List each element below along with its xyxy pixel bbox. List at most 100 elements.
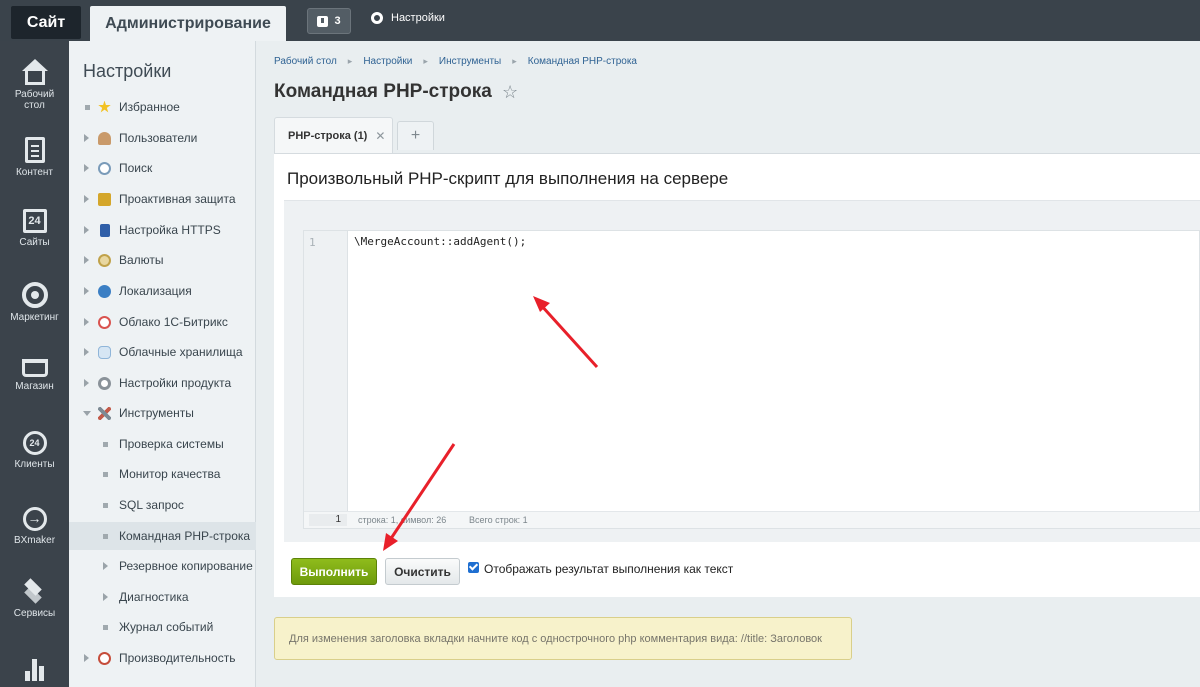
bullet-icon	[85, 104, 90, 110]
sidebar-item-https[interactable]: Настройка HTTPS	[69, 216, 256, 244]
editor-container: 1 \MergeAccount::addAgent(); 1 строка: 1…	[284, 200, 1200, 542]
expand-arrow-icon[interactable]	[84, 256, 89, 264]
nav-marketing[interactable]: Маркетинг	[0, 282, 69, 323]
clients-24-icon: 24	[22, 431, 47, 455]
lock-icon	[98, 192, 111, 206]
sidebar-item-label: SQL запрос	[119, 498, 184, 512]
favorite-star-icon[interactable]: ☆	[502, 82, 518, 103]
expand-arrow-icon[interactable]	[84, 379, 89, 387]
breadcrumb-link[interactable]: Инструменты	[439, 56, 501, 67]
sidebar-item-currencies[interactable]: Валюты	[69, 246, 256, 274]
close-icon[interactable]: ✕	[375, 129, 385, 143]
expand-arrow-icon[interactable]	[84, 226, 89, 234]
expand-arrow-icon[interactable]	[103, 593, 108, 601]
nav-analytics[interactable]	[0, 655, 69, 685]
tools-icon	[98, 406, 111, 420]
expand-arrow-icon[interactable]	[84, 654, 89, 662]
sidebar-item-label: Локализация	[119, 284, 192, 298]
sidebar-item-label: Валюты	[119, 253, 164, 267]
breadcrumb-link[interactable]: Командная PHP-строка	[528, 56, 637, 67]
breadcrumb-link[interactable]: Рабочий стол	[274, 56, 337, 67]
sidebar-item-product-settings[interactable]: Настройки продукта	[69, 369, 256, 397]
expand-arrow-icon[interactable]	[84, 164, 89, 172]
nav-label: Сайты	[19, 237, 50, 248]
expand-arrow-icon[interactable]	[84, 348, 89, 356]
expand-arrow-icon[interactable]	[84, 287, 89, 295]
nav-sites[interactable]: 24 Сайты	[0, 209, 69, 248]
text-output-label[interactable]: Отображать результат выполнения как текс…	[484, 562, 733, 576]
text-output-checkbox[interactable]	[468, 562, 479, 573]
nav-content[interactable]: Контент	[0, 137, 69, 178]
tab-label: PHP-строка (1)	[288, 129, 368, 142]
sidebar-item-favorites[interactable]: Избранное	[69, 93, 256, 121]
sidebar-item-users[interactable]: Пользователи	[69, 124, 256, 152]
nav-shop[interactable]: Магазин	[0, 351, 69, 392]
sidebar-item-cloud-storage[interactable]: Облачные хранилища	[69, 338, 256, 366]
nav-label: Сервисы	[13, 608, 56, 619]
expand-arrow-icon[interactable]	[103, 562, 108, 570]
sidebar-subitem-diagnostics[interactable]: Диагностика	[69, 583, 256, 611]
top-bar: Сайт Администрирование 3 Настройки	[0, 0, 1200, 41]
nav-bxmaker[interactable]: → BXmaker	[0, 507, 69, 546]
arrow-circle-icon: →	[22, 507, 47, 531]
main-nav: Рабочий стол Контент 24 Сайты Маркетинг …	[0, 41, 69, 687]
basket-icon	[21, 359, 48, 377]
settings-link[interactable]: Настройки	[371, 12, 445, 24]
nav-label: Рабочий стол	[14, 89, 55, 111]
settings-sidebar: Настройки Избранное Пользователи Поиск П…	[69, 41, 256, 687]
user-icon	[98, 131, 111, 145]
code-line[interactable]: \MergeAccount::addAgent();	[354, 235, 526, 248]
sidebar-item-search[interactable]: Поиск	[69, 154, 256, 182]
total-lines: Всего строк: 1	[469, 515, 528, 525]
nav-clients[interactable]: 24 Клиенты	[0, 431, 69, 470]
cloud-bitrix-icon	[98, 315, 111, 329]
sidebar-item-bitrix-cloud[interactable]: Облако 1С-Битрикс	[69, 308, 256, 336]
tab-php-line[interactable]: PHP-строка (1) ✕	[274, 117, 393, 153]
sidebar-item-proactive[interactable]: Проактивная защита	[69, 185, 256, 213]
expand-arrow-icon[interactable]	[84, 195, 89, 203]
target-icon	[21, 282, 48, 308]
admin-button[interactable]: Администрирование	[90, 6, 286, 41]
editor-status-bar: 1 строка: 1, символ: 26 Всего строк: 1	[304, 511, 1200, 528]
home-icon	[21, 59, 48, 85]
nav-label: Маркетинг	[10, 312, 59, 323]
collapse-arrow-icon[interactable]	[83, 410, 91, 416]
sidebar-subitem-sql-query[interactable]: SQL запрос	[69, 491, 256, 519]
sidebar-title: Настройки	[83, 61, 172, 81]
nav-label: Контент	[15, 167, 54, 178]
sidebar-subitem-event-log[interactable]: Журнал событий	[69, 613, 256, 641]
sidebar-item-label: Командная PHP-строка	[119, 529, 251, 543]
speedometer-icon	[98, 651, 111, 665]
nav-services[interactable]: Сервисы	[0, 582, 69, 619]
sidebar-item-label: Инструменты	[119, 406, 194, 420]
script-panel: Произвольный PHP-скрипт для выполнения н…	[274, 153, 1200, 597]
bullet-icon	[103, 471, 108, 477]
site-button[interactable]: Сайт	[11, 6, 81, 39]
gear-icon	[371, 12, 383, 24]
notifications-button[interactable]: 3	[307, 8, 351, 34]
current-line-indicator: 1	[309, 514, 347, 526]
sidebar-item-label: Настройки продукта	[119, 376, 232, 390]
nav-desktop[interactable]: Рабочий стол	[0, 59, 69, 111]
sidebar-item-label: Избранное	[119, 100, 180, 114]
expand-arrow-icon[interactable]	[84, 134, 89, 142]
sidebar-subitem-system-check[interactable]: Проверка системы	[69, 430, 256, 458]
panel-title: Произвольный PHP-скрипт для выполнения н…	[287, 169, 729, 188]
sidebar-item-label: Облако 1С-Битрикс	[119, 315, 228, 329]
expand-arrow-icon[interactable]	[84, 318, 89, 326]
clear-button[interactable]: Очистить	[385, 558, 460, 585]
notifications-count: 3	[334, 15, 341, 27]
breadcrumb-link[interactable]: Настройки	[363, 56, 412, 67]
run-button[interactable]: Выполнить	[291, 558, 377, 585]
code-editor[interactable]: 1 \MergeAccount::addAgent(); 1 строка: 1…	[303, 230, 1200, 529]
sidebar-item-tools[interactable]: Инструменты	[69, 399, 256, 427]
add-tab-button[interactable]: +	[397, 121, 434, 150]
sidebar-item-label: Журнал событий	[119, 620, 214, 634]
sidebar-subitem-backup[interactable]: Резервное копирование	[69, 552, 256, 580]
sidebar-subitem-php-command-line[interactable]: Командная PHP-строка	[69, 522, 256, 550]
sidebar-item-performance[interactable]: Производительность	[69, 644, 256, 672]
nav-label: BXmaker	[13, 535, 56, 546]
sidebar-item-label: Настройка HTTPS	[119, 223, 221, 237]
sidebar-subitem-quality-monitor[interactable]: Монитор качества	[69, 460, 256, 488]
sidebar-item-localization[interactable]: Локализация	[69, 277, 256, 305]
